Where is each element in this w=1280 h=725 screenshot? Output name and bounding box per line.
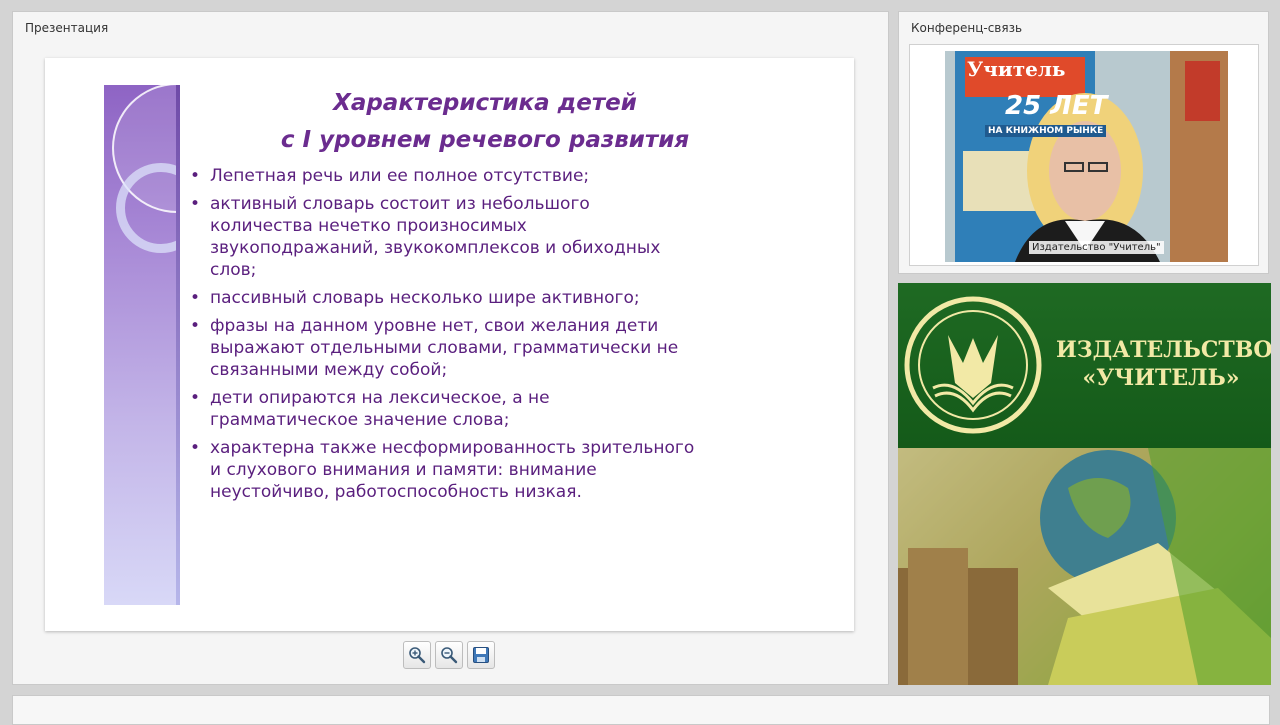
slide-heading: Характеристика детей с I уровнем речевог…	[185, 85, 785, 159]
slide-bullet: фразы на данном уровне нет, свои желания…	[188, 315, 828, 381]
save-button[interactable]	[467, 641, 495, 669]
publisher-name: ИЗДАТЕЛЬСТВО «УЧИТЕЛЬ»	[1056, 336, 1271, 392]
publisher-name-line: «УЧИТЕЛЬ»	[1082, 365, 1240, 391]
presentation-slide: Характеристика детей с I уровнем речевог…	[45, 58, 854, 631]
webcam-scene	[945, 51, 1228, 262]
presentation-panel-title: Презентация	[25, 21, 109, 35]
presentation-toolbar	[403, 641, 495, 671]
slide-bullet: активный словарь состоит из небольшого к…	[188, 193, 828, 281]
poster-brand: Учитель	[967, 57, 1066, 81]
slide-bullet: пассивный словарь несколько шире активно…	[188, 287, 828, 309]
presentation-panel: Презентация Характеристика детей с I уро…	[12, 11, 889, 685]
banner-logo-area: ИЗДАТЕЛЬСТВО «УЧИТЕЛЬ»	[898, 283, 1271, 448]
slide-heading-line: с I уровнем речевого развития	[280, 127, 690, 153]
bottom-panel	[12, 695, 1270, 725]
webcam-video[interactable]: Учитель 25 ЛЕТ НА КНИЖНОМ РЫНКЕ Издатель…	[945, 51, 1228, 262]
books-globe-illustration	[898, 448, 1271, 685]
poster-subtitle: НА КНИЖНОМ РЫНКЕ	[985, 125, 1107, 137]
publisher-banner: ИЗДАТЕЛЬСТВО «УЧИТЕЛЬ»	[898, 283, 1271, 685]
banner-books-image	[898, 448, 1271, 685]
slide-bullet: Лепетная речь или ее полное отсутствие;	[188, 165, 828, 187]
slide-bullet: характерна также несформированность зрит…	[188, 437, 828, 503]
publisher-logo-icon	[904, 296, 1042, 434]
video-container: Учитель 25 ЛЕТ НА КНИЖНОМ РЫНКЕ Издатель…	[909, 44, 1259, 266]
conference-panel-title: Конференц-связь	[911, 21, 1023, 35]
zoom-in-icon	[409, 647, 426, 664]
video-participant-label: Издательство "Учитель"	[1029, 241, 1164, 254]
floppy-disk-icon	[473, 647, 489, 663]
slide-decor-stripe	[104, 85, 180, 605]
slide-heading-line: Характеристика детей	[333, 90, 637, 116]
poster-years: 25 ЛЕТ	[1005, 91, 1108, 121]
conference-panel: Конференц-связь Учитель 25 ЛЕТ НА КНИЖНО…	[898, 11, 1269, 274]
zoom-out-icon	[441, 647, 458, 664]
publisher-name-line: ИЗДАТЕЛЬСТВО	[1056, 337, 1271, 363]
zoom-in-button[interactable]	[403, 641, 431, 669]
zoom-out-button[interactable]	[435, 641, 463, 669]
slide-bullet-list: Лепетная речь или ее полное отсутствие; …	[188, 165, 828, 509]
slide-bullet: дети опираются на лексическое, а не грам…	[188, 387, 828, 431]
